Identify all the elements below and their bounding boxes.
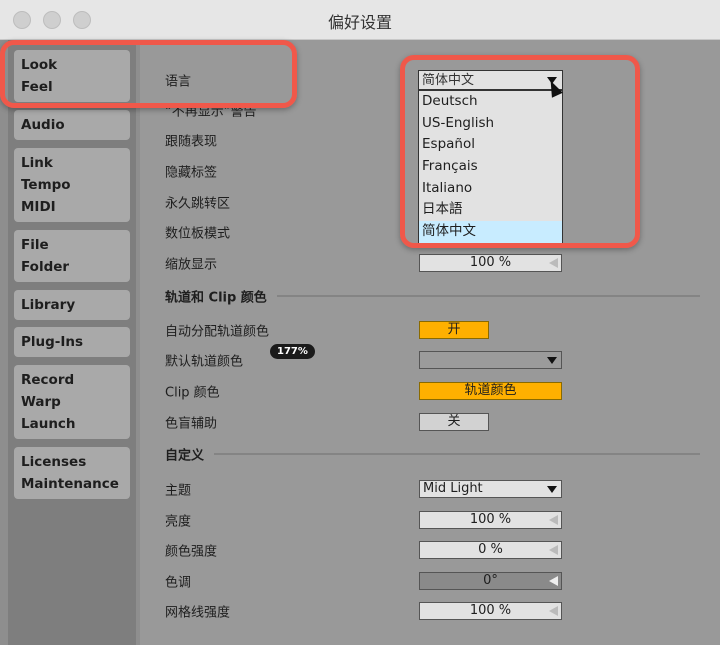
slider-arrow-icon [549,515,558,525]
sidebar-item-record-warp-launch[interactable]: Record Warp Launch [14,365,130,439]
clip-color-label: Clip 颜色 [165,385,220,401]
sidebar-item-label: MIDI [21,199,56,215]
highlight-box-dropdown [400,55,640,248]
setting-label: 缩放显示 [165,257,218,273]
zoom-value: 100 % [469,255,512,270]
setting-label: 数位板模式 [165,226,231,242]
theme-select[interactable]: Mid Light [419,480,562,498]
default-color-select[interactable] [419,351,562,369]
auto-color-label: 自动分配轨道颜色 [165,324,270,340]
sidebar-item-label: Launch [21,416,76,432]
theme-label: 主题 [165,483,192,499]
clip-color-toggle[interactable]: 轨道颜色 [419,382,562,400]
sidebar-item-label: Maintenance [21,476,119,492]
sidebar-item-label: Link [21,155,53,171]
theme-value: Mid Light [423,481,483,496]
slider-arrow-icon [549,576,558,586]
sidebar: Look Feel Audio Link Tempo MIDI File Folder Libr… [8,40,136,645]
sidebar-item-label: Warp [21,394,61,410]
sidebar-item-licenses-maintenance[interactable]: Licenses Maintenance [14,447,130,499]
section-title: 自定义 [165,448,205,464]
default-color-label: 默认轨道颜色 [165,354,244,370]
section-title: 轨道和 Clip 颜色 [165,290,267,306]
title-bar: 偏好设置 [0,0,720,40]
colorblind-label: 色盲辅助 [165,416,218,432]
sidebar-item-label: File [21,237,49,253]
zoom-badge: 177% [270,344,315,359]
colorblind-toggle[interactable]: 关 [419,413,489,431]
divider [214,453,700,455]
setting-label: 跟随表现 [165,134,218,150]
saturation-slider[interactable]: 0 % [419,541,562,559]
chevron-down-icon [547,357,557,364]
hue-label: 色调 [165,575,192,591]
slider-arrow-icon [549,258,558,268]
sidebar-item-label: Tempo [21,177,71,193]
grid-label: 网格线强度 [165,605,231,621]
brightness-value: 100 % [469,512,512,527]
hue-value: 0° [483,573,498,588]
section-custom: 自定义 [165,445,700,464]
grid-value: 100 % [469,603,512,618]
brightness-label: 亮度 [165,514,192,530]
window-title: 偏好设置 [327,13,392,32]
setting-label: 隐藏标签 [165,165,218,181]
chevron-down-icon [547,486,557,493]
hue-slider[interactable]: 0° [419,572,562,590]
highlight-box-sidebar [0,40,297,108]
grid-slider[interactable]: 100 % [419,602,562,620]
sidebar-item-link-tempo-midi[interactable]: Link Tempo MIDI [14,148,130,222]
auto-color-toggle[interactable]: 开 [419,321,489,339]
sidebar-item-label: Audio [21,117,65,133]
sidebar-item-label: Plug-Ins [21,334,84,350]
sidebar-item-label: Record [21,372,75,388]
slider-arrow-icon [549,545,558,555]
sidebar-item-file-folder[interactable]: File Folder [14,230,130,282]
sidebar-item-audio[interactable]: Audio [14,110,130,140]
sidebar-item-label: Licenses [21,454,87,470]
zoom-display-slider[interactable]: 100 % [419,254,562,272]
section-track-colors: 轨道和 Clip 颜色 [165,287,700,306]
sidebar-item-plug-ins[interactable]: Plug-Ins [14,327,130,357]
divider [276,295,700,297]
sidebar-item-label: Folder [21,259,70,275]
sidebar-item-library[interactable]: Library [14,290,130,320]
brightness-slider[interactable]: 100 % [419,511,562,529]
saturation-value: 0 % [478,542,503,557]
saturation-label: 颜色强度 [165,544,218,560]
setting-label: 永久跳转区 [165,196,231,212]
slider-arrow-icon [549,606,558,616]
sidebar-item-label: Library [21,297,76,313]
